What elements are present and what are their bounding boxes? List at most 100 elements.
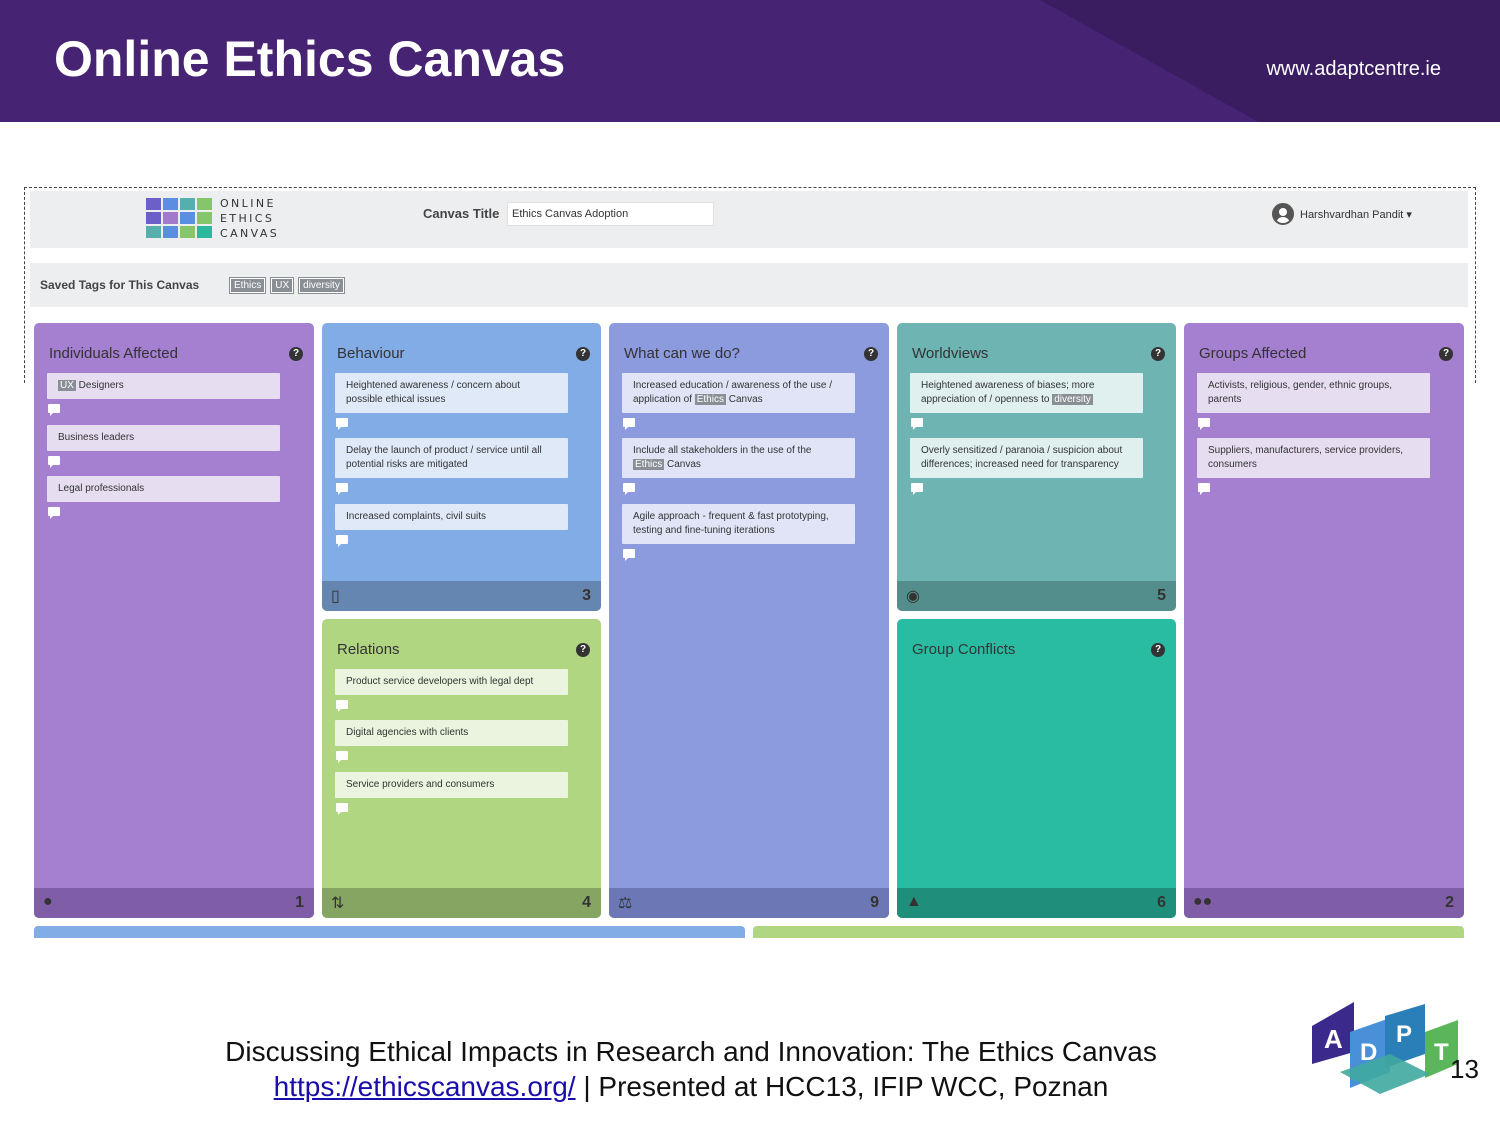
page-number: 13 xyxy=(1450,1054,1479,1084)
card-footer: ▯ 3 xyxy=(322,581,601,611)
card-title: Group Conflicts xyxy=(912,641,1016,658)
comment-icon[interactable] xyxy=(336,751,348,763)
canvas-item[interactable]: Product service developers with legal de… xyxy=(335,669,568,695)
comment-icon[interactable] xyxy=(336,418,348,430)
card-title: Groups Affected xyxy=(1199,345,1307,362)
relations-icon: ⇅ xyxy=(331,895,345,912)
comment-icon[interactable] xyxy=(1198,483,1210,495)
canvas-item[interactable]: Include all stakeholders in the use of t… xyxy=(622,438,855,478)
comment-icon[interactable] xyxy=(48,507,60,519)
canvas-item[interactable]: Increased complaints, civil suits xyxy=(335,504,568,530)
help-icon[interactable]: ? xyxy=(1151,643,1165,657)
avatar-icon xyxy=(1272,203,1294,225)
card-footer: ● 1 xyxy=(34,888,314,918)
canvas-item[interactable]: Legal professionals xyxy=(47,476,280,502)
card-number: 1 xyxy=(295,894,304,911)
card-individuals-affected: Individuals Affected ? UX Designers Busi… xyxy=(34,323,314,918)
comment-icon[interactable] xyxy=(623,549,635,561)
app-header: ONLINE ETHICS CANVAS Canvas Title Ethics… xyxy=(30,191,1468,248)
card-footer: ▲ 6 xyxy=(897,888,1176,918)
svg-text:D: D xyxy=(1360,1039,1377,1066)
globe-icon: ◉ xyxy=(906,588,920,605)
card-footer: ●● 2 xyxy=(1184,888,1464,918)
canvas-item[interactable]: Overly sensitized / paranoia / suspicion… xyxy=(910,438,1143,478)
card-title: Behaviour xyxy=(337,345,405,362)
help-icon[interactable]: ? xyxy=(576,347,590,361)
card-number: 9 xyxy=(870,894,879,911)
svg-text:T: T xyxy=(1434,1039,1449,1066)
comment-icon[interactable] xyxy=(336,483,348,495)
card-number: 5 xyxy=(1157,587,1166,604)
saved-tags-label: Saved Tags for This Canvas xyxy=(40,278,200,292)
tag-list: Ethics UX diversity xyxy=(228,277,345,294)
card-worldviews: Worldviews ? Heightened awareness of bia… xyxy=(897,323,1176,611)
comment-icon[interactable] xyxy=(623,483,635,495)
slide-title: Online Ethics Canvas xyxy=(54,31,566,87)
canvas-item[interactable]: Business leaders xyxy=(47,425,280,451)
logo-icon[interactable] xyxy=(146,198,212,238)
card-title: Worldviews xyxy=(912,345,989,362)
card-relations: Relations ? Product service developers w… xyxy=(322,619,601,918)
canvas-item[interactable]: Increased education / awareness of the u… xyxy=(622,373,855,413)
canvas-item[interactable]: UX Designers xyxy=(47,373,280,399)
users-icon: ●● xyxy=(1193,893,1213,910)
help-icon[interactable]: ? xyxy=(289,347,303,361)
comment-icon[interactable] xyxy=(911,483,923,495)
card-strip-left xyxy=(34,926,745,938)
card-groups-affected: Groups Affected ? Activists, religious, … xyxy=(1184,323,1464,918)
user-menu[interactable]: Harshvardhan Pandit ▾ xyxy=(1272,203,1412,225)
card-strip-right xyxy=(753,926,1464,938)
card-number: 2 xyxy=(1445,894,1454,911)
svg-text:P: P xyxy=(1396,1021,1412,1048)
fire-icon: ▲ xyxy=(906,893,922,910)
comment-icon[interactable] xyxy=(48,404,60,416)
help-icon[interactable]: ? xyxy=(1151,347,1165,361)
comment-icon[interactable] xyxy=(48,456,60,468)
comment-icon[interactable] xyxy=(336,535,348,547)
help-icon[interactable]: ? xyxy=(864,347,878,361)
card-behaviour: Behaviour ? Heightened awareness / conce… xyxy=(322,323,601,611)
svg-text:A: A xyxy=(1324,1024,1343,1054)
help-icon[interactable]: ? xyxy=(1439,347,1453,361)
tag-diversity[interactable]: diversity xyxy=(298,277,345,294)
canvas-title-input[interactable]: Ethics Canvas Adoption xyxy=(507,202,714,226)
canvas-item[interactable]: Delay the launch of product / service un… xyxy=(335,438,568,478)
slide-header: Online Ethics Canvas www.adaptcentre.ie xyxy=(0,0,1500,122)
canvas-item[interactable]: Digital agencies with clients xyxy=(335,720,568,746)
canvas-item[interactable]: Service providers and consumers xyxy=(335,772,568,798)
caption-line-1: Discussing Ethical Impacts in Research a… xyxy=(225,1036,1157,1067)
canvas-item[interactable]: Agile approach - frequent & fast prototy… xyxy=(622,504,855,544)
canvas-item[interactable]: Activists, religious, gender, ethnic gro… xyxy=(1197,373,1430,413)
adapt-logo-icon: A D P T xyxy=(1312,1002,1458,1094)
comment-icon[interactable] xyxy=(336,803,348,815)
caption-line-2: https://ethicscanvas.org/ | Presented at… xyxy=(0,1071,1382,1103)
canvas-title-label: Canvas Title xyxy=(423,206,500,221)
tag-ux[interactable]: UX xyxy=(270,277,295,294)
logo-text: ONLINE ETHICS CANVAS xyxy=(220,197,280,240)
comment-icon[interactable] xyxy=(1198,418,1210,430)
saved-tags-bar: Saved Tags for This Canvas Ethics UX div… xyxy=(30,263,1468,307)
ethicscanvas-link[interactable]: https://ethicscanvas.org/ xyxy=(274,1071,576,1102)
canvas-item[interactable]: Heightened awareness of biases; more app… xyxy=(910,373,1143,413)
comment-icon[interactable] xyxy=(336,700,348,712)
card-what-can-we-do: What can we do? ? Increased education / … xyxy=(609,323,889,918)
card-number: 3 xyxy=(582,587,591,604)
card-footer: ◉ 5 xyxy=(897,581,1176,611)
user-name: Harshvardhan Pandit ▾ xyxy=(1300,208,1412,221)
help-icon[interactable]: ? xyxy=(576,643,590,657)
canvas-item[interactable]: Suppliers, manufacturers, service provid… xyxy=(1197,438,1430,478)
card-title: Individuals Affected xyxy=(49,345,178,362)
comment-icon[interactable] xyxy=(911,418,923,430)
card-number: 4 xyxy=(582,894,591,911)
site-url: www.adaptcentre.ie xyxy=(1266,58,1441,80)
canvas-item[interactable]: Heightened awareness / concern about pos… xyxy=(335,373,568,413)
mobile-icon: ▯ xyxy=(331,588,340,605)
comment-icon[interactable] xyxy=(623,418,635,430)
card-group-conflicts: Group Conflicts ? ▲ 6 xyxy=(897,619,1176,918)
card-title: Relations xyxy=(337,641,400,658)
caption-line-2-text: | Presented at HCC13, IFIP WCC, Poznan xyxy=(575,1071,1109,1102)
card-number: 6 xyxy=(1157,894,1166,911)
card-footer: ⇅ 4 xyxy=(322,888,601,918)
tag-ethics[interactable]: Ethics xyxy=(228,277,267,294)
scales-icon: ⚖ xyxy=(618,895,633,912)
